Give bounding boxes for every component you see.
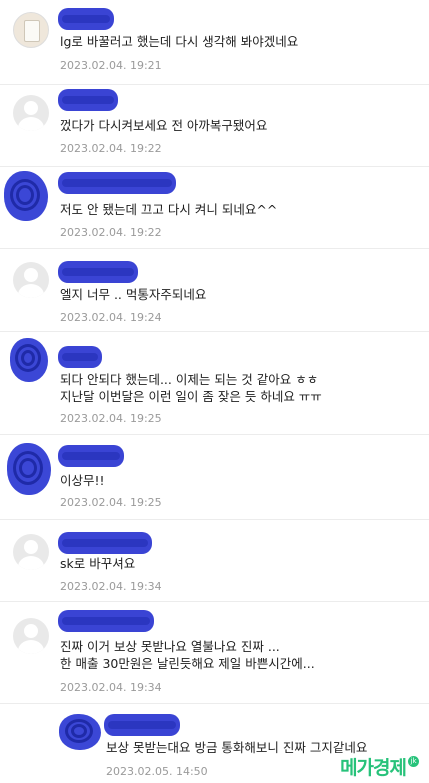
nickname-redacted[interactable] [58, 261, 138, 283]
comment-date: 2023.02.04. 19:22 [60, 142, 162, 155]
comment-item: 진짜 이거 보상 못받나요 열불나요 진짜 ... 한 매출 30만원은 날린듯… [0, 602, 429, 704]
nickname-redacted[interactable] [58, 89, 118, 111]
nickname-redacted[interactable] [104, 714, 180, 736]
comment-item: 되다 안되다 했는데... 이제는 되는 것 같아요 ㅎㅎ 지난달 이번달은 이… [0, 332, 429, 435]
comment-text: 이상무!! [60, 473, 105, 488]
watermark-logo: 메가경제 jk [340, 753, 419, 779]
comment-item: 이상무!! 2023.02.04. 19:25 [0, 435, 429, 520]
redacted-profile-photo[interactable] [59, 714, 101, 750]
watermark-badge: jk [408, 755, 419, 767]
profile-photo[interactable] [13, 12, 49, 48]
default-profile-icon[interactable] [13, 262, 49, 298]
comment-text-line-2: 한 매출 30만원은 날린듯해요 제일 바쁜시간에... [60, 656, 315, 671]
comment-date: 2023.02.04. 19:25 [60, 496, 162, 509]
comment-item: 엘지 너무 .. 먹통자주되네요 2023.02.04. 19:24 [0, 249, 429, 332]
nickname-redacted[interactable] [58, 532, 152, 554]
comment-date: 2023.02.04. 19:34 [60, 580, 162, 593]
nickname-redacted[interactable] [58, 346, 102, 368]
redacted-profile-photo[interactable] [10, 338, 48, 382]
default-profile-icon[interactable] [13, 95, 49, 131]
nickname-redacted[interactable] [58, 610, 154, 632]
comment-date: 2023.02.04. 19:25 [60, 412, 162, 425]
comment-date: 2023.02.04. 19:22 [60, 226, 162, 239]
comment-item: 저도 안 됐는데 끄고 다시 켜니 되네요^^ 2023.02.04. 19:2… [0, 167, 429, 249]
comment-text: lg로 바꿀러고 했는데 다시 생각해 봐야겠네요 [60, 34, 299, 49]
comment-text: 엘지 너무 .. 먹통자주되네요 [60, 287, 207, 302]
redacted-profile-photo[interactable] [7, 443, 51, 495]
comment-item: lg로 바꿀러고 했는데 다시 생각해 봐야겠네요 2023.02.04. 19… [0, 0, 429, 85]
nickname-redacted[interactable] [58, 445, 124, 467]
default-profile-icon[interactable] [13, 618, 49, 654]
nickname-redacted[interactable] [58, 172, 176, 194]
comment-item: sk로 바꾸셔요 2023.02.04. 19:34 [0, 520, 429, 602]
comment-text: sk로 바꾸셔요 [60, 556, 136, 571]
comment-date: 2023.02.04. 19:34 [60, 681, 162, 694]
default-profile-icon[interactable] [13, 534, 49, 570]
comment-text-line-2: 지난달 이번달은 이런 일이 좀 잦은 듯 하네요 ㅠㅠ [60, 389, 322, 404]
comment-item: 껐다가 다시켜보세요 전 아까복구됐어요 2023.02.04. 19:22 [0, 85, 429, 167]
comment-text: 되다 안되다 했는데... 이제는 되는 것 같아요 ㅎㅎ [60, 372, 319, 387]
redacted-profile-photo[interactable] [4, 171, 48, 221]
comment-text: 껐다가 다시켜보세요 전 아까복구됐어요 [60, 118, 268, 133]
comment-date: 2023.02.04. 19:24 [60, 311, 162, 324]
comment-text: 진짜 이거 보상 못받나요 열불나요 진짜 ... [60, 639, 280, 654]
comment-text: 보상 못받는대요 방금 통화해보니 진짜 그지같네요 [106, 740, 368, 755]
watermark-text: 메가경제 [340, 756, 407, 779]
nickname-redacted[interactable] [58, 8, 114, 30]
comment-date: 2023.02.05. 14:50 [106, 765, 208, 778]
comment-text: 저도 안 됐는데 끄고 다시 켜니 되네요^^ [60, 202, 278, 217]
comment-date: 2023.02.04. 19:21 [60, 59, 162, 72]
